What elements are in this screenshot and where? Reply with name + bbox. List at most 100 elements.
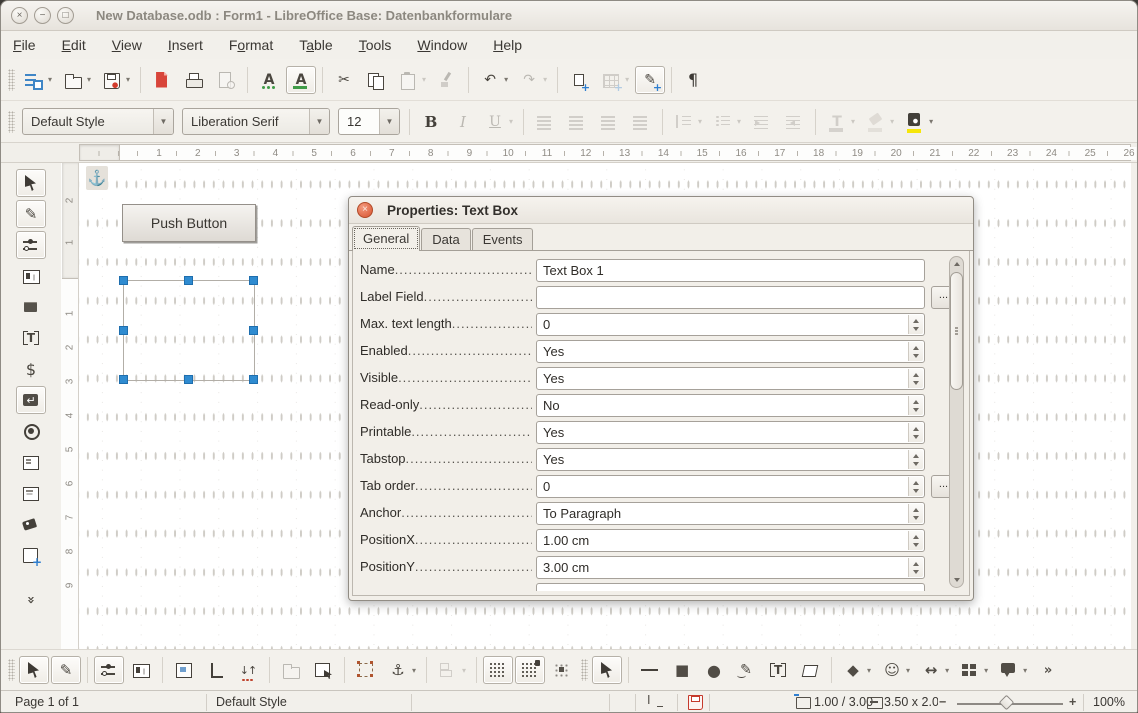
open-button[interactable]: ▾ xyxy=(58,66,95,94)
horizontal-ruler[interactable]: 1234567891011121314151617181920212223242… xyxy=(1,143,1137,163)
max-text-length-field[interactable]: 0 xyxy=(536,313,925,336)
page-style-label[interactable]: Default Style xyxy=(216,695,287,709)
spin-up-icon[interactable] xyxy=(913,373,919,377)
save-button[interactable]: ▾ xyxy=(97,66,134,94)
more-button[interactable]: » xyxy=(16,586,46,614)
display-grid-button[interactable] xyxy=(483,656,513,684)
zoom-slider-handle[interactable] xyxy=(999,695,1015,711)
zoom-level-label[interactable]: 100% xyxy=(1093,695,1125,709)
polygon-button[interactable] xyxy=(795,656,825,684)
show-draw-functions-button[interactable]: ✎ xyxy=(635,66,665,94)
design-mode-button[interactable]: ✎ xyxy=(16,200,46,228)
name-field[interactable]: Text Box 1 xyxy=(536,259,925,282)
design-mode-button[interactable]: ✎ xyxy=(51,656,81,684)
menu-insert[interactable]: Insert xyxy=(168,37,203,53)
vertical-ruler[interactable]: 21123456789 xyxy=(61,163,79,649)
ellipse-button[interactable]: ● xyxy=(699,656,729,684)
form-properties-button[interactable] xyxy=(169,656,199,684)
spin-up-icon[interactable] xyxy=(913,562,919,566)
dropdown-caret-icon[interactable]: ▾ xyxy=(945,666,949,675)
dropdown-caret-icon[interactable]: ▾ xyxy=(543,75,547,84)
currency-field-button[interactable]: $ xyxy=(16,355,46,383)
size-indicator[interactable] xyxy=(865,694,885,713)
activation-order-button[interactable]: ↓↑ xyxy=(233,656,263,684)
menu-file[interactable]: File xyxy=(13,37,36,53)
position-and-size-button[interactable] xyxy=(351,656,381,684)
dropdown-caret-icon[interactable]: ▾ xyxy=(504,75,508,84)
control-wizards-button[interactable] xyxy=(16,231,46,259)
label-field-field[interactable] xyxy=(536,286,925,309)
dropdown-caret-icon[interactable]: ▾ xyxy=(737,117,741,126)
more-button[interactable]: » xyxy=(1033,656,1063,684)
dialog-scrollbar[interactable] xyxy=(949,256,964,588)
dropdown-caret-icon[interactable]: ▾ xyxy=(867,666,871,675)
label-button[interactable] xyxy=(16,510,46,538)
push-button-control[interactable]: Push Button xyxy=(122,204,256,242)
callout-shapes-button[interactable]: ▾ xyxy=(994,656,1031,684)
undo-button[interactable]: ↶▾ xyxy=(475,66,512,94)
dropdown-caret-icon[interactable]: ▾ xyxy=(1023,666,1027,675)
selection-handle[interactable] xyxy=(119,276,128,285)
paragraph-background-button[interactable]: ▾ xyxy=(900,108,937,136)
spin-up-icon[interactable] xyxy=(913,454,919,458)
spin-down-icon[interactable] xyxy=(913,462,919,466)
spin-up-icon[interactable] xyxy=(913,319,919,323)
symbol-shapes-button[interactable]: ☺▾ xyxy=(877,656,914,684)
change-anchor-button[interactable]: ⚓▾ xyxy=(383,656,420,684)
menu-edit[interactable]: Edit xyxy=(62,37,86,53)
spin-down-icon[interactable] xyxy=(913,543,919,547)
positionx-field[interactable]: 1.00 cm xyxy=(536,529,925,552)
spin-down-icon[interactable] xyxy=(913,516,919,520)
formatting-marks-button[interactable]: ¶ xyxy=(678,66,708,94)
insert-bookmark-button[interactable] xyxy=(564,66,594,94)
close-button[interactable]: × xyxy=(11,7,28,24)
label-field-button[interactable] xyxy=(16,262,46,290)
spin-down-icon[interactable] xyxy=(913,354,919,358)
selection-handle[interactable] xyxy=(184,375,193,384)
dropdown-caret-icon[interactable]: ▾ xyxy=(890,117,894,126)
block-arrows-button[interactable]: ↔▾ xyxy=(916,656,953,684)
position-indicator[interactable] xyxy=(794,694,814,713)
select-button[interactable] xyxy=(19,656,49,684)
dropdown-caret-icon[interactable]: ▾ xyxy=(625,75,629,84)
push-button-button[interactable] xyxy=(16,293,46,321)
selection-handle[interactable] xyxy=(249,375,258,384)
bold-button[interactable]: B xyxy=(416,108,446,136)
spin-buttons[interactable] xyxy=(908,396,923,415)
tab-events[interactable]: Events xyxy=(472,228,534,251)
spelling-button[interactable]: A xyxy=(254,66,284,94)
insert-text-box-button[interactable]: T xyxy=(763,656,793,684)
toolbar-drag-handle[interactable] xyxy=(581,659,588,681)
text-box-button[interactable]: T xyxy=(16,324,46,352)
selection-handle[interactable] xyxy=(249,326,258,335)
spin-buttons[interactable] xyxy=(908,315,923,334)
enabled-field[interactable]: Yes xyxy=(536,340,925,363)
spin-down-icon[interactable] xyxy=(913,408,919,412)
spin-up-icon[interactable] xyxy=(913,481,919,485)
spin-up-icon[interactable] xyxy=(913,427,919,431)
formatted-field-button[interactable]: ↵ xyxy=(16,386,46,414)
cut-button[interactable]: ✂ xyxy=(329,66,359,94)
copy-button[interactable] xyxy=(361,66,391,94)
spin-buttons[interactable] xyxy=(908,342,923,361)
menu-help[interactable]: Help xyxy=(493,37,522,53)
selection-mode-indicator[interactable]: I xyxy=(647,693,667,710)
font-name-combo[interactable]: Liberation Serif ▼ xyxy=(182,108,330,135)
zoom-out-button[interactable]: − xyxy=(939,695,946,709)
minimize-button[interactable]: − xyxy=(34,7,51,24)
flowchart-shapes-button[interactable]: ▾ xyxy=(955,656,992,684)
toolbar-drag-handle[interactable] xyxy=(8,659,15,681)
spin-buttons[interactable] xyxy=(908,423,923,442)
selected-text-box-control[interactable] xyxy=(123,280,255,381)
dropdown-caret-icon[interactable]: ▾ xyxy=(509,117,513,126)
control-wizards-button[interactable] xyxy=(94,656,124,684)
open-in-design-mode-button[interactable] xyxy=(308,656,338,684)
spin-up-icon[interactable] xyxy=(913,400,919,404)
export-pdf-button[interactable] xyxy=(147,66,177,94)
spin-up-icon[interactable] xyxy=(913,346,919,350)
dropdown-caret-icon[interactable]: ▾ xyxy=(906,666,910,675)
selection-handle[interactable] xyxy=(249,276,258,285)
dropdown-caret-icon[interactable]: ▾ xyxy=(87,75,91,84)
spin-up-icon[interactable] xyxy=(913,508,919,512)
paragraph-style-combo[interactable]: Default Style ▼ xyxy=(22,108,174,135)
